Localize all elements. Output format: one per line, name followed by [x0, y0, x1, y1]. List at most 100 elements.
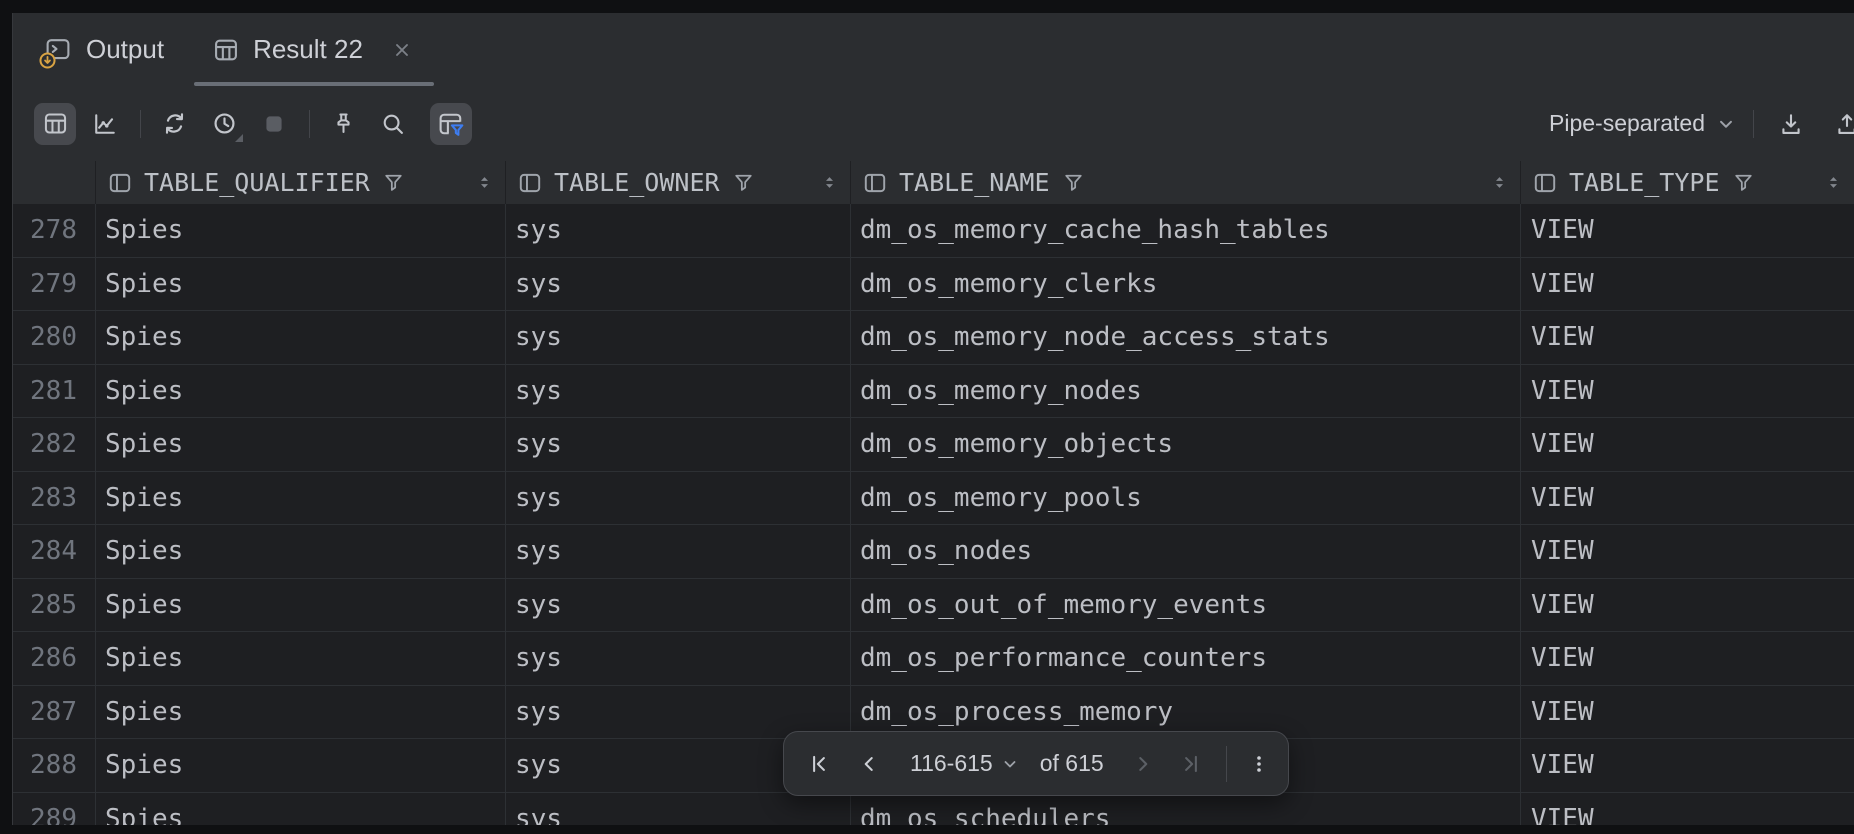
row-number[interactable]: 288	[13, 739, 96, 792]
close-icon[interactable]	[392, 40, 412, 60]
cell-owner[interactable]: sys	[506, 579, 851, 632]
filter-icon[interactable]	[731, 170, 756, 195]
filter-icon[interactable]	[1061, 170, 1086, 195]
filter-icon[interactable]	[381, 170, 406, 195]
output-terminal-icon	[43, 35, 73, 65]
cell-owner[interactable]: sys	[506, 258, 851, 311]
cell-name[interactable]: dm_os_schedulers	[851, 793, 1521, 826]
cell-type[interactable]: VIEW	[1521, 365, 1854, 418]
refresh-button[interactable]	[153, 103, 195, 145]
filter-rows-button[interactable]	[430, 103, 472, 145]
column-label: TABLE_OWNER	[554, 168, 720, 197]
cell-type[interactable]: VIEW	[1521, 739, 1854, 792]
cell-qualifier[interactable]: Spies	[96, 472, 506, 525]
chevron-down-icon[interactable]	[1715, 113, 1737, 135]
cell-type[interactable]: VIEW	[1521, 204, 1854, 257]
cell-owner[interactable]: sys	[506, 632, 851, 685]
cell-qualifier[interactable]: Spies	[96, 418, 506, 471]
search-button[interactable]	[372, 103, 414, 145]
pagination-separator	[1226, 746, 1227, 782]
cell-qualifier[interactable]: Spies	[96, 793, 506, 826]
filter-icon[interactable]	[1731, 170, 1756, 195]
cell-name[interactable]: dm_os_memory_clerks	[851, 258, 1521, 311]
cell-type[interactable]: VIEW	[1521, 686, 1854, 739]
row-number[interactable]: 282	[13, 418, 96, 471]
result-grid: TABLE_QUALIFIER TABLE_OWNER TABLE_NAMETABL…	[13, 161, 1854, 825]
pagination-bar: 116-615 of 615	[783, 731, 1289, 796]
row-number[interactable]: 285	[13, 579, 96, 632]
cell-owner[interactable]: sys	[506, 525, 851, 578]
cell-type[interactable]: VIEW	[1521, 793, 1854, 826]
tab-output[interactable]: Output	[43, 13, 164, 86]
sort-icon[interactable]	[1823, 172, 1844, 193]
table-row: 279Spiessysdm_os_memory_clerksVIEW	[13, 258, 1854, 312]
tab-result[interactable]: Result 22	[212, 13, 412, 86]
row-number[interactable]: 289	[13, 793, 96, 826]
first-page-icon[interactable]	[806, 751, 832, 777]
column-header-qualifier[interactable]: TABLE_QUALIFIER	[96, 161, 506, 204]
cell-name[interactable]: dm_os_performance_counters	[851, 632, 1521, 685]
column-icon	[517, 170, 543, 196]
cell-type[interactable]: VIEW	[1521, 525, 1854, 578]
cell-name[interactable]: dm_os_memory_nodes	[851, 365, 1521, 418]
column-header-name[interactable]: TABLE_NAME	[851, 161, 1521, 204]
row-number[interactable]: 280	[13, 311, 96, 364]
cell-type[interactable]: VIEW	[1521, 418, 1854, 471]
cell-qualifier[interactable]: Spies	[96, 365, 506, 418]
cell-name[interactable]: dm_os_memory_node_access_stats	[851, 311, 1521, 364]
pin-tab-button[interactable]	[322, 103, 364, 145]
cell-type[interactable]: VIEW	[1521, 472, 1854, 525]
sort-icon[interactable]	[819, 172, 840, 193]
stop-button	[253, 103, 295, 145]
export-format-select[interactable]: Pipe-separated	[1549, 110, 1705, 137]
cell-qualifier[interactable]: Spies	[96, 525, 506, 578]
row-number[interactable]: 278	[13, 204, 96, 257]
cell-type[interactable]: VIEW	[1521, 579, 1854, 632]
cell-owner[interactable]: sys	[506, 472, 851, 525]
cell-type[interactable]: VIEW	[1521, 632, 1854, 685]
sort-icon[interactable]	[1489, 172, 1510, 193]
query-history-button[interactable]	[203, 103, 245, 145]
cell-name[interactable]: dm_os_nodes	[851, 525, 1521, 578]
previous-page-icon[interactable]	[856, 751, 882, 777]
cell-name[interactable]: dm_os_memory_cache_hash_tables	[851, 204, 1521, 257]
cell-owner[interactable]: sys	[506, 311, 851, 364]
cell-qualifier[interactable]: Spies	[96, 579, 506, 632]
table-row: 286Spiessysdm_os_performance_countersVIE…	[13, 632, 1854, 686]
cell-owner[interactable]: sys	[506, 365, 851, 418]
cell-qualifier[interactable]: Spies	[96, 686, 506, 739]
page-range-select[interactable]: 116-615	[910, 750, 993, 777]
grid-header-row: TABLE_QUALIFIER TABLE_OWNER TABLE_NAMETABL…	[13, 161, 1854, 204]
row-number[interactable]: 287	[13, 686, 96, 739]
table-view-button[interactable]	[34, 103, 76, 145]
table-row: 289Spiessysdm_os_schedulersVIEW	[13, 793, 1854, 826]
chevron-down-icon[interactable]	[1000, 754, 1020, 774]
cell-name[interactable]: dm_os_memory_objects	[851, 418, 1521, 471]
row-number[interactable]: 279	[13, 258, 96, 311]
row-number[interactable]: 286	[13, 632, 96, 685]
cell-qualifier[interactable]: Spies	[96, 204, 506, 257]
row-number[interactable]: 283	[13, 472, 96, 525]
download-icon[interactable]	[1770, 103, 1812, 145]
row-number[interactable]: 284	[13, 525, 96, 578]
cell-owner[interactable]: sys	[506, 204, 851, 257]
kebab-menu-icon[interactable]	[1247, 752, 1271, 776]
sort-icon[interactable]	[474, 172, 495, 193]
cell-qualifier[interactable]: Spies	[96, 311, 506, 364]
table-row: 284Spiessysdm_os_nodesVIEW	[13, 525, 1854, 579]
table-row: 283Spiessysdm_os_memory_poolsVIEW	[13, 472, 1854, 526]
cell-name[interactable]: dm_os_memory_pools	[851, 472, 1521, 525]
chart-view-button[interactable]	[84, 103, 126, 145]
cell-qualifier[interactable]: Spies	[96, 739, 506, 792]
cell-qualifier[interactable]: Spies	[96, 632, 506, 685]
upload-icon[interactable]	[1826, 103, 1854, 145]
cell-owner[interactable]: sys	[506, 418, 851, 471]
cell-type[interactable]: VIEW	[1521, 258, 1854, 311]
cell-type[interactable]: VIEW	[1521, 311, 1854, 364]
row-number[interactable]: 281	[13, 365, 96, 418]
cell-qualifier[interactable]: Spies	[96, 258, 506, 311]
column-header-type[interactable]: TABLE_TYPE	[1521, 161, 1854, 204]
cell-owner[interactable]: sys	[506, 793, 851, 826]
column-header-owner[interactable]: TABLE_OWNER	[506, 161, 851, 204]
cell-name[interactable]: dm_os_out_of_memory_events	[851, 579, 1521, 632]
